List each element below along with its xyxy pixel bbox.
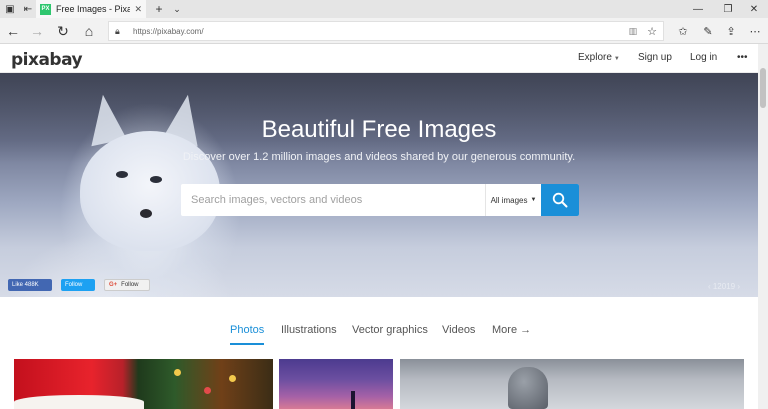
page-scrollbar[interactable] <box>758 44 768 409</box>
media-type-tabs: Photos Illustrations Vector graphics Vid… <box>0 297 758 357</box>
url-field[interactable]: 🔒︎ https://pixabay.com/ ▥ ☆ <box>108 21 664 41</box>
close-window-icon[interactable]: ✕ <box>740 0 768 18</box>
ornament <box>174 369 181 376</box>
browser-tab[interactable]: PX Free Images - Pixabay ✕ <box>36 0 146 18</box>
maximize-icon[interactable]: ❐ <box>714 0 742 18</box>
more-icon[interactable]: ⋯ <box>744 21 766 41</box>
facebook-like-label: Like 488K <box>12 282 39 288</box>
tab-videos[interactable]: Videos <box>442 324 475 343</box>
tab-more[interactable]: More → <box>492 324 531 343</box>
notes-icon[interactable]: ✎ <box>697 21 719 41</box>
google-follow-label: Follow <box>121 282 139 288</box>
pixabay-logo[interactable]: pixabay <box>11 50 83 70</box>
login-link[interactable]: Log in <box>690 52 717 63</box>
scrollbar-thumb[interactable] <box>760 68 766 108</box>
site-header: pixabay Explore ▼ Sign up Log in ••• <box>0 44 758 73</box>
chevron-down-icon: ▼ <box>613 56 620 62</box>
photo-thumbnail[interactable] <box>400 359 744 409</box>
photo-thumbnail[interactable] <box>279 359 393 409</box>
tab-back-icon[interactable]: ⇤ <box>20 0 36 18</box>
tab-vector-graphics[interactable]: Vector graphics <box>352 324 428 343</box>
tab-close-icon[interactable]: ✕ <box>134 4 142 15</box>
fox-nose <box>140 209 152 218</box>
forward-icon[interactable]: → <box>26 21 48 41</box>
more-menu-icon[interactable]: ••• <box>737 52 748 63</box>
tab-list-icon[interactable]: ▣ <box>2 0 18 18</box>
refresh-icon[interactable]: ↻ <box>52 21 74 41</box>
explore-menu[interactable]: Explore ▼ <box>578 52 620 63</box>
back-icon[interactable]: ← <box>2 21 24 41</box>
search-button[interactable] <box>541 184 579 216</box>
hero-banner: Beautiful Free Images Discover over 1.2 … <box>0 73 758 297</box>
santa-hat-fur <box>14 395 144 409</box>
ornament <box>204 387 211 394</box>
chevron-down-icon: ▼ <box>530 197 537 203</box>
url-text[interactable]: https://pixabay.com/ <box>133 27 629 36</box>
tab-photos[interactable]: Photos <box>230 324 265 345</box>
explore-label: Explore <box>578 52 612 63</box>
tab-dropdown-icon[interactable]: ⌄ <box>170 0 184 18</box>
home-icon[interactable]: ⌂ <box>78 21 100 41</box>
address-bar: ← → ↻ ⌂ 🔒︎ https://pixabay.com/ ▥ ☆ ✩ ✎ … <box>0 18 768 44</box>
tab-title: Free Images - Pixabay <box>56 4 131 14</box>
image-pager[interactable]: ‹ 12019 › <box>708 282 740 291</box>
google-follow-button[interactable]: G+ Follow <box>104 279 150 291</box>
twitter-follow-button[interactable]: Follow <box>61 279 95 291</box>
minimize-icon[interactable]: — <box>684 0 712 18</box>
spire-silhouette <box>351 391 355 409</box>
tab-illustrations[interactable]: Illustrations <box>281 324 337 343</box>
new-tab-icon[interactable]: + <box>152 0 166 18</box>
ornament <box>229 375 236 382</box>
photo-thumbnail[interactable] <box>14 359 273 409</box>
statue-figure <box>508 367 548 409</box>
facebook-like-button[interactable]: Like 488K <box>8 279 52 291</box>
media-type-label: All images <box>490 195 528 205</box>
hero-subtitle: Discover over 1.2 million images and vid… <box>182 151 576 163</box>
search-input[interactable] <box>181 184 485 216</box>
lock-icon: 🔒︎ <box>115 26 120 36</box>
pixabay-favicon: PX <box>40 3 51 15</box>
media-type-select[interactable]: All images ▼ <box>485 184 541 216</box>
fox-eye <box>150 176 162 183</box>
browser-tab-strip: ▣ ⇤ PX Free Images - Pixabay ✕ + ⌄ — ❐ ✕ <box>0 0 768 18</box>
favorite-star-icon[interactable]: ☆ <box>647 25 657 38</box>
share-icon[interactable]: ⇪ <box>720 21 742 41</box>
search-icon <box>552 192 568 208</box>
fox-eye <box>116 171 128 178</box>
favorites-icon[interactable]: ✩ <box>672 21 694 41</box>
twitter-follow-label: Follow <box>65 282 83 288</box>
search-bar: All images▼ <box>181 184 579 216</box>
google-plus-icon: G+ <box>109 282 118 288</box>
reading-view-icon[interactable]: ▥ <box>629 26 638 37</box>
hero-title: Beautiful Free Images <box>261 116 497 143</box>
signup-link[interactable]: Sign up <box>638 52 672 63</box>
